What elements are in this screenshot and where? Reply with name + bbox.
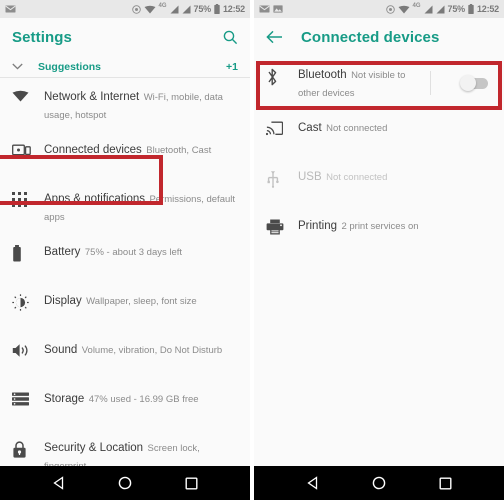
- chevron-down-icon[interactable]: [12, 63, 38, 70]
- list-item-title: Network & Internet: [44, 91, 140, 103]
- android-navigation-bar[interactable]: [254, 466, 504, 500]
- wifi-icon: [12, 87, 44, 102]
- list-item-subtitle: Wallpaper, sleep, font size: [86, 296, 197, 307]
- location-icon: [385, 4, 395, 14]
- signal-icon: [436, 5, 445, 14]
- suggestions-label: Suggestions: [38, 60, 102, 73]
- wifi-icon: [398, 5, 410, 14]
- lock-icon: [12, 438, 44, 458]
- battery-icon: [12, 242, 44, 262]
- clock-label: 12:52: [222, 4, 245, 14]
- network-type-label: 4G: [412, 3, 421, 9]
- dual-screenshot-container: 4G 75% 12:52 Settings Suggestions +1 Net…: [0, 0, 504, 500]
- list-item-title: Security & Location: [44, 442, 144, 454]
- envelope-icon: [259, 5, 270, 13]
- battery-percent-label: 75%: [193, 4, 212, 14]
- control-divider: [430, 71, 431, 95]
- connected-devices-app-bar: Connected devices: [254, 18, 504, 56]
- list-item-title: Cast: [298, 122, 322, 134]
- list-item-title: Sound: [44, 344, 78, 356]
- toggle-knob: [460, 75, 476, 91]
- list-item-subtitle: 47% used - 16.99 GB free: [88, 394, 199, 405]
- sidebar-item-apps-notifications[interactable]: Apps & notifications Permissions, defaul…: [0, 180, 250, 233]
- list-item-title: Printing: [298, 220, 337, 232]
- list-item-cast[interactable]: Cast Not connected: [254, 109, 504, 158]
- battery-percent-label: 75%: [447, 4, 466, 14]
- search-icon[interactable]: [223, 30, 238, 45]
- list-item-subtitle: Volume, vibration, Do Not Disturb: [81, 345, 223, 356]
- list-item-title: USB: [298, 171, 322, 183]
- list-item-subtitle: 2 print services on: [341, 221, 419, 232]
- list-item-subtitle: Bluetooth, Cast: [146, 145, 212, 156]
- signal-icon: [170, 5, 179, 14]
- back-triangle-icon[interactable]: [306, 476, 320, 490]
- signal-icon: [182, 5, 191, 14]
- list-item-subtitle: Not connected: [326, 123, 388, 134]
- sidebar-item-storage[interactable]: Storage 47% used - 16.99 GB free: [0, 380, 250, 429]
- list-item-title: Storage: [44, 393, 85, 405]
- status-bar: 4G 75% 12:52: [254, 0, 504, 18]
- sidebar-item-battery[interactable]: Battery 75% - about 3 days left: [0, 233, 250, 282]
- status-bar: 4G 75% 12:52: [0, 0, 250, 18]
- sidebar-item-display[interactable]: Display Wallpaper, sleep, font size: [0, 282, 250, 331]
- suggestions-header[interactable]: Suggestions +1: [0, 56, 250, 78]
- status-bar-left-icons: [5, 5, 16, 13]
- list-item-title: Display: [44, 295, 82, 307]
- clock-label: 12:52: [476, 4, 499, 14]
- arrow-back-icon[interactable]: [266, 30, 283, 44]
- photo-icon: [273, 5, 283, 13]
- bluetooth-toggle-container[interactable]: [426, 70, 492, 96]
- volume-icon: [12, 340, 44, 358]
- cast-icon: [266, 118, 298, 136]
- brightness-icon: [12, 291, 44, 311]
- list-item-usb[interactable]: USB Not connected: [254, 158, 504, 207]
- battery-icon: [468, 4, 474, 14]
- bluetooth-icon: [266, 65, 298, 86]
- sidebar-item-sound[interactable]: Sound Volume, vibration, Do Not Disturb: [0, 331, 250, 380]
- printer-icon: [266, 216, 298, 235]
- phone-screen-connected-devices: 4G 75% 12:52 Connected devices Bluetooth…: [254, 0, 504, 500]
- list-item-title: Apps & notifications: [44, 193, 146, 205]
- list-item-subtitle: Not connected: [326, 172, 388, 183]
- status-bar-right-icons: 4G 75% 12:52: [131, 3, 245, 14]
- home-circle-icon[interactable]: [118, 476, 132, 490]
- bluetooth-toggle[interactable]: [460, 75, 488, 91]
- connected-devices-list[interactable]: Bluetooth Not visible to other devices C…: [254, 56, 504, 466]
- page-title: Connected devices: [301, 28, 440, 46]
- wifi-icon: [144, 5, 156, 14]
- list-item-subtitle: 75% - about 3 days left: [84, 247, 183, 258]
- list-item-title: Battery: [44, 246, 81, 258]
- sidebar-item-connected-devices[interactable]: Connected devices Bluetooth, Cast: [0, 131, 250, 180]
- suggestions-count-badge: +1: [226, 60, 238, 73]
- envelope-icon: [5, 5, 16, 13]
- sidebar-item-network-internet[interactable]: Network & Internet Wi-Fi, mobile, data u…: [0, 78, 250, 131]
- connected-devices-icon: [12, 140, 44, 157]
- list-item-title: Bluetooth: [298, 69, 347, 81]
- network-type-label: 4G: [158, 3, 167, 9]
- recents-square-icon[interactable]: [185, 477, 198, 490]
- status-bar-left-icons: [259, 5, 283, 13]
- usb-icon: [266, 167, 298, 188]
- list-item-bluetooth[interactable]: Bluetooth Not visible to other devices: [254, 56, 504, 109]
- apps-grid-icon: [12, 189, 44, 207]
- recents-square-icon[interactable]: [439, 477, 452, 490]
- back-triangle-icon[interactable]: [52, 476, 66, 490]
- settings-app-bar: Settings: [0, 18, 250, 56]
- settings-list[interactable]: Network & Internet Wi-Fi, mobile, data u…: [0, 78, 250, 466]
- signal-icon: [424, 5, 433, 14]
- phone-screen-settings: 4G 75% 12:52 Settings Suggestions +1 Net…: [0, 0, 250, 500]
- list-item-printing[interactable]: Printing 2 print services on: [254, 207, 504, 256]
- page-title: Settings: [12, 28, 72, 46]
- android-navigation-bar[interactable]: [0, 466, 250, 500]
- location-icon: [131, 4, 141, 14]
- sidebar-item-security-location[interactable]: Security & Location Screen lock, fingerp…: [0, 429, 250, 466]
- storage-icon: [12, 389, 44, 406]
- home-circle-icon[interactable]: [372, 476, 386, 490]
- battery-icon: [214, 4, 220, 14]
- list-item-title: Connected devices: [44, 144, 142, 156]
- status-bar-right-icons: 4G 75% 12:52: [385, 3, 499, 14]
